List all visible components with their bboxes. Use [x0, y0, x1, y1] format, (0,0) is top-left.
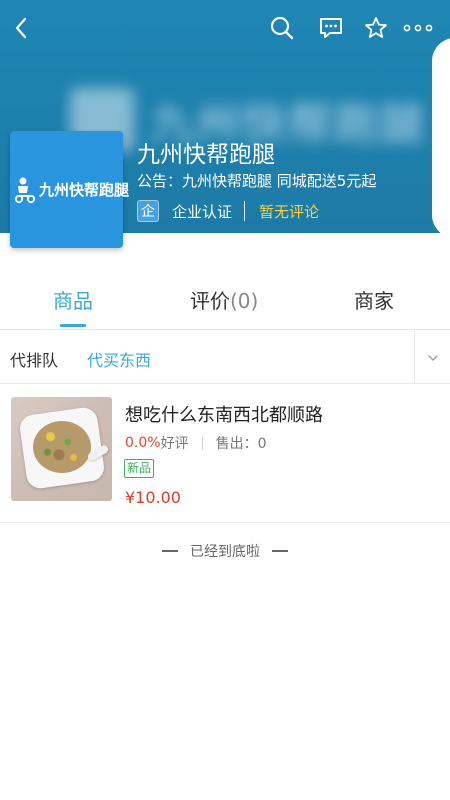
search-button[interactable]	[266, 12, 298, 44]
end-text: 已经到底啦	[190, 544, 260, 560]
product-rating: 0.0%	[125, 435, 161, 451]
cert-label: 企业认证	[172, 202, 233, 221]
shop-notice: 公告：九州快帮跑腿 同城配送5元起	[137, 172, 377, 190]
star-icon	[365, 17, 387, 38]
shop-cert-row: 企 企业认证 暂无评论	[137, 200, 319, 222]
tab-merchant[interactable]: 商家	[354, 285, 394, 314]
search-icon	[270, 16, 294, 40]
product-item[interactable]: 想吃什么东南西北都顺路 0.0% 好评 售出：0 新品 ¥10.00	[0, 385, 450, 523]
category-queue[interactable]: 代排队	[10, 347, 58, 371]
end-dash-right	[272, 550, 288, 552]
back-button[interactable]	[6, 12, 38, 44]
more-icon	[403, 24, 433, 32]
chat-icon	[320, 18, 342, 38]
top-bar	[0, 0, 450, 56]
category-expand-button[interactable]	[424, 349, 442, 367]
product-price: ¥10.00	[125, 488, 181, 507]
shop-name: 九州快帮跑腿	[137, 142, 275, 168]
tab-bar: 商品 评价(0) 商家	[0, 233, 450, 330]
rider-logo-icon	[14, 177, 36, 203]
chevron-down-icon	[428, 355, 438, 361]
new-badge: 新品	[124, 459, 155, 478]
enterprise-badge: 企	[137, 200, 159, 222]
rating-label: 好评	[160, 436, 189, 452]
category-bar: 代排队 代买东西	[0, 331, 450, 384]
product-sold: 售出：0	[215, 436, 267, 452]
logo-text: 九州快帮跑腿	[39, 181, 130, 199]
tab-review-label: 评价	[190, 289, 230, 313]
end-dash-left	[162, 550, 178, 552]
more-button[interactable]	[402, 12, 434, 44]
tab-review[interactable]: 评价(0)	[190, 285, 258, 314]
product-stats: 0.0% 好评 售出：0	[125, 433, 267, 453]
stats-divider	[201, 436, 203, 450]
back-icon	[15, 17, 27, 39]
tab-review-count: (0)	[230, 289, 259, 313]
review-status[interactable]: 暂无评论	[259, 201, 319, 222]
cert-divider	[244, 201, 246, 221]
chat-button[interactable]	[315, 12, 347, 44]
product-title[interactable]: 想吃什么东南西北都顺路	[125, 401, 323, 427]
category-buy[interactable]: 代买东西	[87, 347, 151, 371]
food-shape	[33, 421, 91, 473]
side-panel-edge	[432, 38, 450, 233]
category-divider	[414, 331, 415, 384]
product-image[interactable]	[11, 397, 112, 501]
favorite-button[interactable]	[360, 12, 392, 44]
active-tab-indicator	[60, 324, 86, 327]
shop-logo: 九州快帮跑腿	[10, 131, 129, 248]
tab-goods[interactable]: 商品	[53, 285, 93, 314]
end-of-list: 已经到底啦	[0, 541, 450, 561]
logo-content: 九州快帮跑腿	[14, 176, 129, 204]
